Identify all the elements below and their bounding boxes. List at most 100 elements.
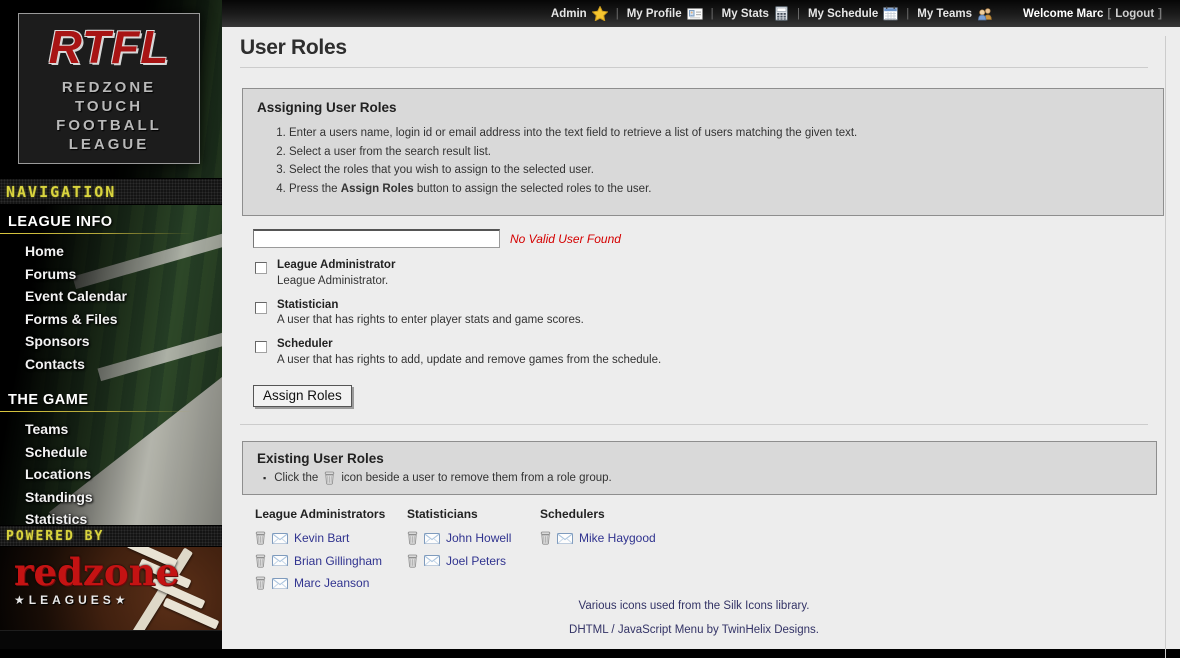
user-name-link[interactable]: Brian Gillingham: [294, 554, 382, 568]
user-name-link[interactable]: Kevin Bart: [294, 531, 349, 545]
role-option-scheduler: Scheduler A user that has rights to add,…: [255, 338, 1165, 367]
bin-icon: [324, 471, 335, 485]
star-icon: [592, 6, 608, 21]
topbar-item-my-stats[interactable]: My Stats: [722, 6, 789, 21]
user-search-row: No Valid User Found: [253, 229, 1165, 248]
topbar-separator: |: [616, 8, 619, 20]
user-name-link[interactable]: Marc Jeanson: [294, 576, 369, 590]
topbar-item-my-schedule[interactable]: My Schedule: [808, 6, 898, 21]
statistician-checkbox[interactable]: [255, 302, 267, 314]
instruction-step: Enter a users name, login id or email ad…: [289, 127, 1163, 140]
user-name-link[interactable]: Joel Peters: [446, 554, 506, 568]
note-text: icon beside a user to remove them from a…: [341, 472, 611, 484]
sidebar-item-standings[interactable]: Standings: [0, 486, 222, 509]
topbar-item-label: My Teams: [917, 8, 972, 20]
rtfl-logo: RTFL REDZONE TOUCH FOOTBALL LEAGUE: [18, 13, 200, 164]
menu-items-the-game: Teams Schedule Locations Standings Stati…: [0, 412, 222, 539]
role-description: A user that has rights to enter player s…: [277, 314, 1165, 327]
navigation-band: NAVIGATION: [0, 178, 222, 205]
footer-credit-silk-icons: Various icons used from the Silk Icons l…: [222, 600, 1166, 612]
topbar-separator: |: [797, 8, 800, 20]
sidebar-item-locations[interactable]: Locations: [0, 463, 222, 486]
assigning-user-roles-panel: Assigning User Roles Enter a users name,…: [242, 88, 1164, 216]
sidebar-item-forums[interactable]: Forums: [0, 263, 222, 286]
sidebar-item-forms-files[interactable]: Forms & Files: [0, 308, 222, 331]
assign-instructions: Enter a users name, login id or email ad…: [289, 127, 1163, 196]
sidebar-item-sponsors[interactable]: Sponsors: [0, 330, 222, 353]
rtfl-logo-line: TOUCH: [75, 97, 143, 116]
scheduler-checkbox[interactable]: [255, 341, 267, 353]
topbar-item-my-teams[interactable]: My Teams: [917, 7, 993, 21]
vcard-icon: [687, 7, 703, 21]
role-groups: League Administrators Kevin Bart Brian G…: [255, 507, 1165, 598]
redzone-leagues-logo: redzone ★LEAGUES★: [0, 547, 222, 630]
sidebar-item-event-calendar[interactable]: Event Calendar: [0, 285, 222, 308]
role-name: Scheduler: [277, 338, 1165, 351]
remove-user-bin-icon[interactable]: [255, 531, 266, 545]
remove-user-bin-icon[interactable]: [255, 554, 266, 568]
email-user-icon[interactable]: [272, 555, 288, 566]
email-user-icon[interactable]: [272, 578, 288, 589]
group-schedulers: Schedulers Mike Haygood: [540, 507, 656, 598]
powered-by-band: POWERED BY: [0, 525, 222, 547]
step-bold-text: Assign Roles: [341, 183, 414, 195]
group-title: Statisticians: [407, 507, 540, 521]
menu-section-the-game: THE GAME: [0, 383, 222, 411]
logout-link[interactable]: Logout: [1115, 8, 1154, 20]
bullet-marker: ▪: [263, 473, 266, 483]
logout-bracket: ]: [1158, 8, 1162, 20]
role-name: Statistician: [277, 299, 1165, 312]
group-icon: [977, 7, 993, 21]
user-name-link[interactable]: John Howell: [446, 531, 511, 545]
existing-panel-title: Existing User Roles: [243, 448, 1156, 470]
sidebar-menu: LEAGUE INFO Home Forums Event Calendar F…: [0, 205, 222, 539]
user-name-link[interactable]: Mike Haygood: [579, 531, 656, 545]
email-user-icon[interactable]: [424, 533, 440, 544]
group-statisticians: Statisticians John Howell Joel Peters: [407, 507, 540, 598]
topbar-item-my-profile[interactable]: My Profile: [627, 7, 703, 21]
topbar-item-label: Admin: [551, 8, 587, 20]
step-text: button to assign the selected roles to t…: [414, 183, 652, 195]
remove-user-bin-icon[interactable]: [407, 554, 418, 568]
sidebar-item-contacts[interactable]: Contacts: [0, 353, 222, 376]
content-inner: User Roles Assigning User Roles Enter a …: [222, 36, 1166, 658]
page-title: User Roles: [240, 36, 1149, 60]
user-row: Kevin Bart: [255, 530, 407, 547]
group-title: Schedulers: [540, 507, 656, 521]
email-user-icon[interactable]: [272, 533, 288, 544]
group-title: League Administrators: [255, 507, 407, 521]
topbar-item-admin[interactable]: Admin: [551, 6, 608, 21]
user-search-input[interactable]: [253, 229, 500, 248]
email-user-icon[interactable]: [424, 555, 440, 566]
redzone-logo-text: redzone ★LEAGUES★: [14, 553, 179, 607]
role-name: League Administrator: [277, 259, 1165, 272]
remove-user-bin-icon[interactable]: [407, 531, 418, 545]
email-user-icon[interactable]: [557, 533, 573, 544]
footer-credit-twinhelix: DHTML / JavaScript Menu by TwinHelix Des…: [222, 624, 1166, 636]
rtfl-logo-line: FOOTBALL: [56, 116, 162, 135]
sidebar-item-schedule[interactable]: Schedule: [0, 441, 222, 464]
step-text: Press the: [289, 183, 341, 195]
sidebar-item-home[interactable]: Home: [0, 240, 222, 263]
sidebar-item-teams[interactable]: Teams: [0, 418, 222, 441]
app-window: RTFL REDZONE TOUCH FOOTBALL LEAGUE NAVIG…: [0, 0, 1180, 649]
assign-roles-button[interactable]: Assign Roles: [253, 385, 352, 407]
redzone-logo-sub: ★LEAGUES★: [14, 593, 179, 607]
user-row: Marc Jeanson: [255, 575, 407, 592]
remove-user-bin-icon[interactable]: [540, 531, 551, 545]
instruction-step: Press the Assign Roles button to assign …: [289, 183, 1163, 196]
league-administrator-checkbox[interactable]: [255, 262, 267, 274]
role-option-league-administrator: League Administrator League Administrato…: [255, 259, 1165, 288]
topbar-separator: |: [711, 8, 714, 20]
user-row: John Howell: [407, 530, 540, 547]
instruction-step: Select the roles that you wish to assign…: [289, 164, 1163, 177]
topbar-separator: |: [906, 8, 909, 20]
remove-user-bin-icon[interactable]: [255, 576, 266, 590]
topbar-item-label: My Schedule: [808, 8, 878, 20]
menu-section-league-info: LEAGUE INFO: [0, 205, 222, 233]
rtfl-logo-acronym: RTFL: [49, 24, 170, 70]
sidebar-bottom-band: [0, 630, 222, 649]
user-row: Joel Peters: [407, 552, 540, 569]
existing-user-roles-panel: Existing User Roles ▪ Click the icon bes…: [242, 441, 1157, 495]
redzone-logo-name: redzone: [14, 553, 179, 591]
